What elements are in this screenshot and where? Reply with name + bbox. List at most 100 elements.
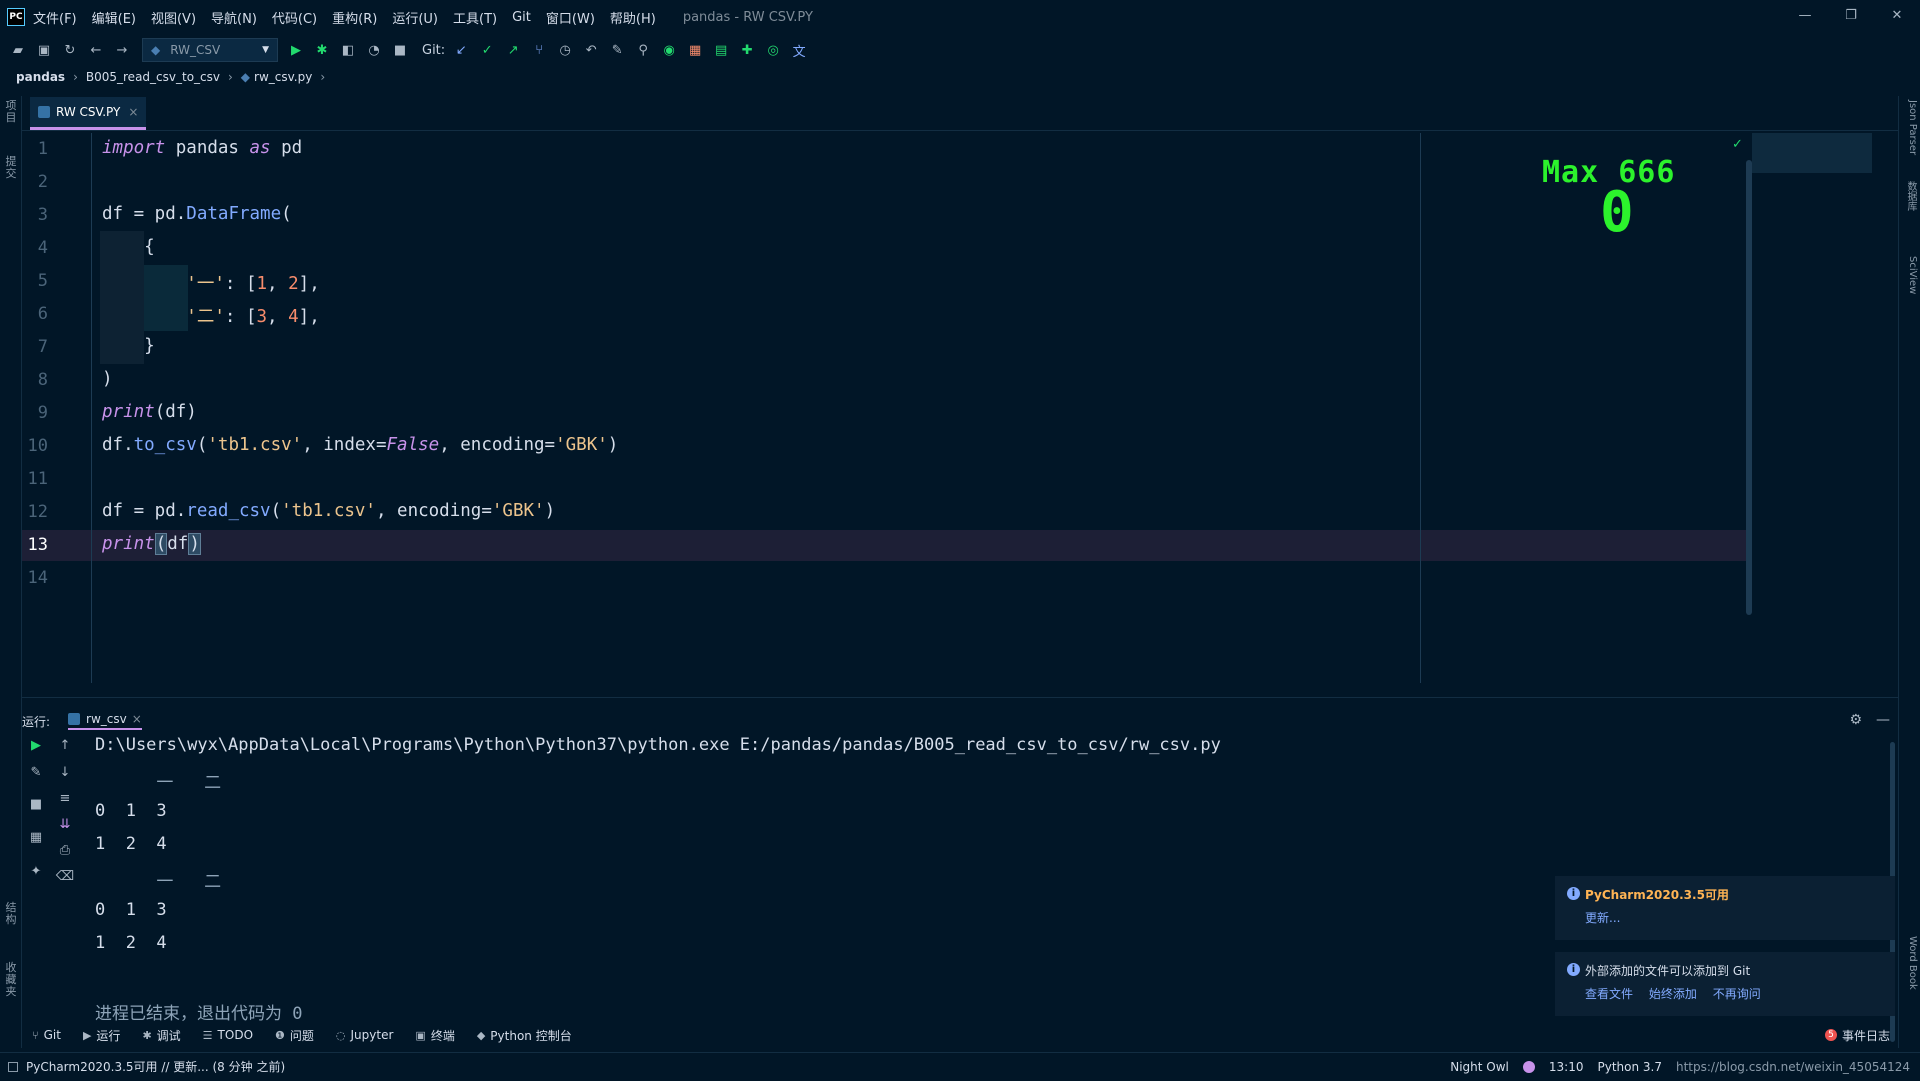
project-tool-tab[interactable]: 项目 — [2, 100, 20, 140]
json-parser-tool-tab[interactable]: Json Parser — [1902, 100, 1918, 155]
cursor-position[interactable]: 13:10 — [1549, 1060, 1584, 1074]
interpreter-label[interactable]: Python 3.7 — [1597, 1060, 1662, 1074]
tab-jupyter[interactable]: ◌ Jupyter — [336, 1028, 394, 1042]
wordbook-tool-tab[interactable]: Word Book — [1902, 936, 1918, 990]
always-add-link[interactable]: 始终添加 — [1649, 987, 1697, 1001]
code-editor[interactable]: import pandas as pd df = pd.DataFrame( {… — [92, 133, 1418, 683]
settings-wrench-icon[interactable]: ✎ — [607, 40, 627, 60]
breadcrumb-project[interactable]: pandas — [16, 70, 65, 84]
panel-divider[interactable] — [22, 697, 1898, 698]
editor-scrollbar[interactable] — [1746, 160, 1752, 615]
profile-icon[interactable]: ◔ — [364, 40, 384, 60]
sync-icon[interactable]: ↻ — [60, 40, 80, 60]
git-branch-icon[interactable]: ⑂ — [529, 40, 549, 60]
menu-file[interactable]: 文件(F) — [33, 8, 77, 27]
scroll-down-icon[interactable]: ↓ — [55, 765, 75, 780]
tab-rw-csv[interactable]: RW CSV.PY × — [30, 97, 147, 130]
close-icon[interactable]: × — [132, 712, 142, 726]
menu-window[interactable]: 窗口(W) — [546, 8, 595, 27]
tab-todo[interactable]: ☰ TODO — [203, 1028, 253, 1042]
builtin-function: print — [102, 402, 155, 422]
minimize-button[interactable]: — — [1782, 0, 1828, 34]
forward-icon[interactable]: → — [112, 40, 132, 60]
tab-problems[interactable]: ❶ 问题 — [275, 1027, 314, 1044]
database-tool-tab[interactable]: 数据库 — [1902, 181, 1918, 211]
menu-help[interactable]: 帮助(H) — [610, 8, 656, 27]
git-commit-icon[interactable]: ✓ — [477, 40, 497, 60]
menu-edit[interactable]: 编辑(E) — [92, 8, 136, 27]
favorites-tool-tab[interactable]: 收藏夹 — [2, 962, 20, 1012]
menu-navigate[interactable]: 导航(N) — [211, 8, 257, 27]
inspection-ok-icon[interactable]: ✓ — [1732, 137, 1743, 152]
code-text: (df) — [154, 402, 197, 422]
dont-ask-link[interactable]: 不再询问 — [1713, 987, 1761, 1001]
rollback-icon[interactable]: ↶ — [581, 40, 601, 60]
coverage-icon[interactable]: ◧ — [338, 40, 358, 60]
structure-tool-tab[interactable]: 结构 — [2, 902, 20, 942]
scroll-to-end-icon[interactable]: ⇊ — [55, 817, 75, 832]
restore-button[interactable]: ❐ — [1828, 0, 1874, 34]
menu-code[interactable]: 代码(C) — [272, 8, 317, 27]
close-window-button[interactable]: ✕ — [1874, 0, 1920, 34]
menu-run[interactable]: 运行(U) — [392, 8, 438, 27]
git-push-icon[interactable]: ↗ — [503, 40, 523, 60]
hide-panel-icon[interactable]: — — [1876, 712, 1890, 728]
open-folder-icon[interactable]: ▰ — [8, 40, 28, 60]
git-update-icon[interactable]: ↙ — [451, 40, 471, 60]
gear-icon[interactable]: ⚙ — [1849, 712, 1862, 728]
view-files-link[interactable]: 查看文件 — [1585, 987, 1633, 1001]
save-icon[interactable]: ▣ — [34, 40, 54, 60]
run-tab[interactable]: rw_csv × — [68, 712, 142, 730]
debug-icon[interactable]: ✱ — [312, 40, 332, 60]
wrench-icon[interactable]: ✎ — [26, 765, 46, 780]
plugin-icon[interactable]: ▦ — [685, 40, 705, 60]
update-link[interactable]: 更新... — [1585, 911, 1620, 925]
code-line-8: ) — [102, 369, 113, 389]
trash-icon[interactable]: ⌫ — [55, 869, 75, 884]
breadcrumb-file[interactable]: rw_csv.py — [254, 70, 312, 84]
scroll-up-icon[interactable]: ↑ — [55, 738, 75, 753]
tab-git[interactable]: ⑂ Git — [32, 1028, 61, 1042]
run-icon[interactable]: ▶ — [286, 40, 306, 60]
run-config-select[interactable]: ◆ RW_CSV ▼ — [142, 38, 278, 62]
pin-icon[interactable]: ✦ — [26, 864, 46, 879]
menu-refactor[interactable]: 重构(R) — [332, 8, 377, 27]
menu-view[interactable]: 视图(V) — [151, 8, 196, 27]
terminal-icon[interactable]: ▤ — [711, 40, 731, 60]
translate-icon[interactable]: 文 — [789, 40, 809, 60]
tab-debug[interactable]: ✱ 调试 — [142, 1027, 180, 1044]
print-icon[interactable]: ⎙ — [55, 843, 75, 858]
history-icon[interactable]: ◷ — [555, 40, 575, 60]
tab-label: 运行 — [96, 1028, 121, 1043]
soft-wrap-icon[interactable]: ≡ — [55, 791, 75, 806]
back-icon[interactable]: ← — [86, 40, 106, 60]
tab-terminal[interactable]: ▣ 终端 — [415, 1027, 454, 1044]
sciview-tool-tab[interactable]: SciView — [1902, 256, 1918, 294]
inspect-icon[interactable]: ◉ — [659, 40, 679, 60]
tab-run[interactable]: ▶ 运行 — [83, 1027, 120, 1044]
stop-icon[interactable]: ■ — [26, 797, 46, 812]
run-panel-label: 运行: — [22, 714, 51, 729]
status-panel-toggle-icon[interactable] — [8, 1061, 18, 1072]
rerun-icon[interactable]: ▶ — [26, 738, 46, 753]
puzzle-icon[interactable]: ✚ — [737, 40, 757, 60]
line-number-gutter: 1 2 3 4 5 6 7 8 9 10 11 12 13 14 — [22, 133, 92, 683]
code-minimap[interactable] — [1752, 133, 1872, 173]
find-icon[interactable]: ◎ — [763, 40, 783, 60]
function-name: read_csv — [186, 501, 271, 521]
layout-icon[interactable]: ▦ — [26, 830, 46, 845]
event-log-button[interactable]: 5 事件日志 — [1824, 1024, 1890, 1046]
menu-tools[interactable]: 工具(T) — [453, 8, 497, 27]
menu-git[interactable]: Git — [512, 10, 531, 25]
theme-name[interactable]: Night Owl — [1450, 1060, 1509, 1074]
stop-icon[interactable]: ■ — [390, 40, 410, 60]
commit-tool-tab[interactable]: 提交 — [2, 156, 20, 196]
code-line-7: } — [102, 336, 155, 356]
search-icon[interactable]: ⚲ — [633, 40, 653, 60]
code-text: ) — [607, 435, 619, 455]
status-message[interactable]: PyCharm2020.3.5可用 // 更新... (8 分钟 之前) — [26, 1058, 285, 1075]
close-icon[interactable]: × — [128, 105, 138, 119]
line-number: 11 — [27, 469, 48, 489]
breadcrumb-folder[interactable]: B005_read_csv_to_csv — [86, 70, 220, 84]
tab-python-console[interactable]: ◆ Python 控制台 — [477, 1027, 572, 1044]
